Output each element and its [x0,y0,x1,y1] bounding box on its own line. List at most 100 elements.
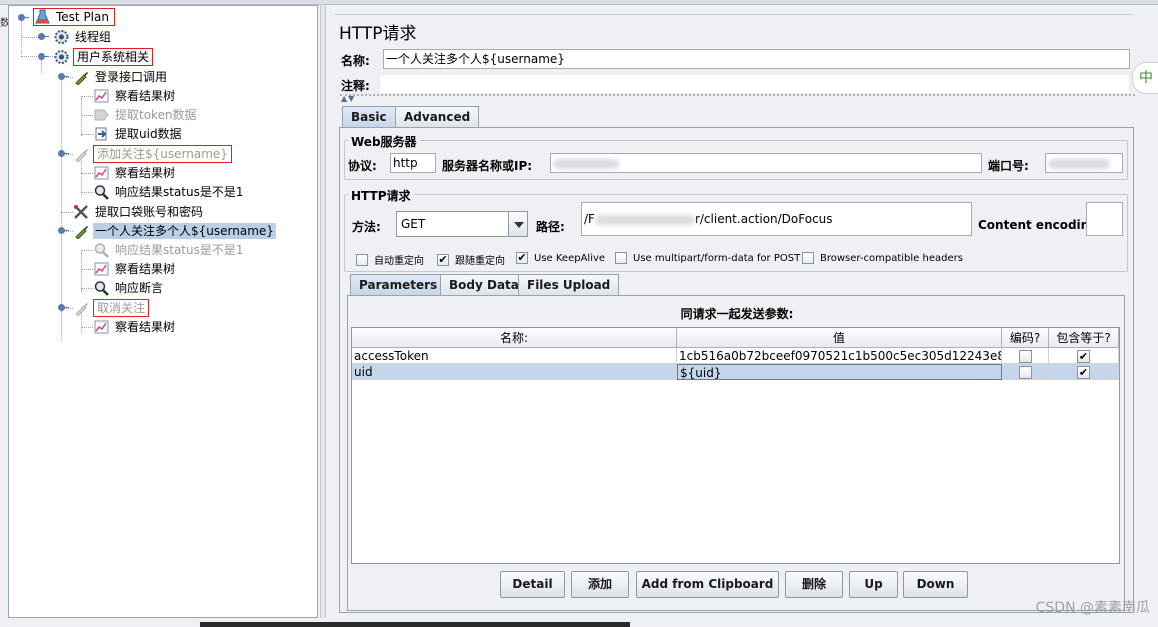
encoding-label: Content encoding: [978,218,1103,232]
browser-headers-checkbox[interactable]: Browser-compatible headers [802,252,963,264]
tree-node-results-tree[interactable]: 察看结果树 [93,87,177,105]
add-button[interactable]: 添加 [571,571,629,598]
redacted-value [1048,158,1110,169]
follow-redirect-checkbox[interactable]: ✔ 跟随重定向 [437,252,505,267]
parameters-table[interactable]: 名称: 值 编码? 包含等于? accessToken 1cb516a0b72b… [351,327,1120,564]
path-label: 路径: [536,220,565,234]
web-server-legend: Web服务器 [348,133,420,150]
param-value[interactable]: 1cb516a0b72bceef0970521c1b500c5ec305d122… [677,348,1002,364]
detail-button[interactable]: Detail [500,571,565,598]
tree-node-response-assertion[interactable]: 响应断言 [93,279,165,297]
expand-handle[interactable] [18,14,29,21]
tree-node-unfollow[interactable]: 取消关注 [73,299,150,317]
tree-node-extract-account[interactable]: 提取口袋账号和密码 [73,203,205,221]
checkbox-box[interactable] [615,252,627,264]
param-value[interactable]: ${uid} [677,364,1002,380]
basic-tab-panel: Web服务器 协议: http 服务器名称或IP: 端口号: HTTP请求 方法… [339,127,1134,613]
tab-files-upload[interactable]: Files Upload [518,274,620,296]
expand-handle[interactable] [38,33,49,40]
param-name[interactable]: uid [352,364,677,380]
delete-button[interactable]: 删除 [785,571,843,598]
checkbox-label: 跟随重定向 [455,256,505,267]
bottom-edge [200,622,630,627]
column-header-name[interactable]: 名称: [352,328,677,348]
tree-node-results-tree[interactable]: 察看结果树 [93,164,177,182]
tree-node-label: 响应结果status是不是1 [115,185,244,199]
gear-icon [54,50,69,64]
name-field[interactable]: 一个人关注多个人${username} [383,49,1130,69]
checkbox-label: Use multipart/form-data for POST [633,252,801,264]
expand-handle[interactable] [58,73,69,80]
checkbox-label: 自动重定向 [374,256,424,267]
checkbox-box[interactable]: ✔ [437,253,449,266]
encoding-field[interactable] [1086,202,1123,236]
tab-body-data[interactable]: Body Data [440,274,528,296]
tree-node-label: 取消关注 [93,299,150,317]
parameters-panel: 同请求一起发送参数: 名称: 值 编码? 包含等于? accessToken 1… [347,295,1125,611]
server-field[interactable] [550,153,982,173]
expand-handle[interactable] [58,150,69,157]
test-plan-tree[interactable]: Test Plan 线程组 用户系统相关 登录接口调用 察看结果树 提取toke… [8,5,318,618]
tree-node-login-sampler[interactable]: 登录接口调用 [73,68,169,86]
port-field[interactable] [1045,153,1123,173]
auto-redirect-checkbox[interactable]: 自动重定向 [356,252,424,267]
include-equals-checkbox[interactable]: ✔ [1077,350,1090,363]
extractor-icon [94,109,109,121]
checkbox-box[interactable] [356,253,368,266]
path-suffix: r/client.action/DoFocus [694,212,833,226]
protocol-label: 协议: [348,159,377,173]
magnifier-icon [94,243,109,258]
tree-node-results-tree[interactable]: 察看结果树 [93,318,177,336]
ime-indicator[interactable]: 中 [1132,62,1158,94]
include-equals-checkbox[interactable]: ✔ [1077,366,1090,379]
expand-handle[interactable] [58,304,69,311]
tree-node-results-tree[interactable]: 察看结果树 [93,260,177,278]
tree-node-label: 提取uid数据 [115,127,182,141]
down-button[interactable]: Down [903,571,968,598]
tree-node-user-system[interactable]: 用户系统相关 [53,48,154,66]
encode-checkbox[interactable] [1019,366,1032,379]
tree-node-extract-token[interactable]: 提取token数据 [93,106,199,124]
add-from-clipboard-button[interactable]: Add from Clipboard [636,571,779,598]
tree-node-status-assertion[interactable]: 响应结果status是不是1 [93,241,246,259]
method-select[interactable]: GET [396,211,528,237]
chart-icon [94,89,109,103]
encode-checkbox[interactable] [1019,350,1032,363]
panel-splitter[interactable] [320,5,326,618]
tree-node-thread-group[interactable]: 线程组 [53,28,113,46]
watermark: CSDN @素素南瓜 [1035,600,1150,616]
tree-node-status-assertion[interactable]: 响应结果status是不是1 [93,183,246,201]
collapse-arrows-icon[interactable]: ▲▼ [341,94,355,103]
keepalive-checkbox[interactable]: ✔ Use KeepAlive [516,252,605,264]
tree-node-label: 察看结果树 [115,166,176,180]
path-field[interactable]: /F r/client.action/DoFocus [581,202,972,236]
tab-basic[interactable]: Basic [342,106,396,128]
tree-node-label: Test Plan [56,10,109,24]
expand-handle[interactable] [38,53,49,60]
tree-node-test-plan[interactable]: Test Plan [33,8,115,26]
column-header-include-equals[interactable]: 包含等于? [1049,328,1119,348]
tree-node-extract-uid[interactable]: 提取uid数据 [93,125,184,143]
protocol-field[interactable]: http [390,153,436,173]
column-header-encode[interactable]: 编码? [1002,328,1049,348]
column-header-value[interactable]: 值 [677,328,1002,348]
http-request-legend: HTTP请求 [348,187,414,204]
multipart-checkbox[interactable]: Use multipart/form-data for POST [615,252,800,264]
checkbox-box[interactable] [802,252,814,264]
tree-node-multi-follow[interactable]: 一个人关注多个人${username} [73,222,276,240]
checkbox-box[interactable]: ✔ [516,252,528,264]
tab-parameters[interactable]: Parameters [350,274,447,296]
param-name[interactable]: accessToken [352,348,677,364]
tab-advanced[interactable]: Advanced [395,106,480,128]
tree-node-label: 线程组 [75,30,112,44]
up-button[interactable]: Up [849,571,898,598]
pipette-icon [75,72,88,85]
comment-field[interactable] [379,74,1130,94]
checkbox-label: Use KeepAlive [534,252,606,264]
http-request-panel: HTTP请求 名称: 一个人关注多个人${username} 注释: ▲▼ Ba… [328,5,1158,623]
tree-node-add-follow[interactable]: 添加关注${username} [73,145,232,163]
method-label: 方法: [352,220,381,234]
chevron-down-icon[interactable] [508,212,527,236]
title-frame [335,14,1133,44]
expand-handle[interactable] [58,227,69,234]
